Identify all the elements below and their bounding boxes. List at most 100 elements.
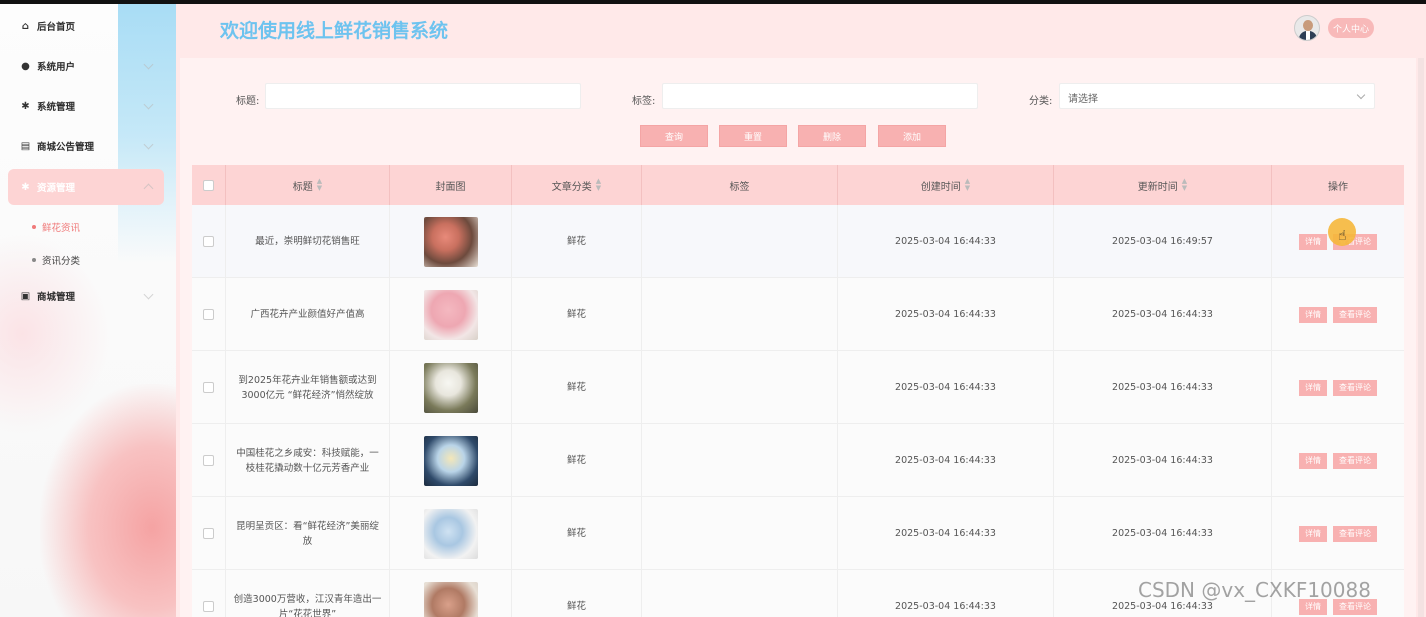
sidebar-subitem-news-category[interactable]: 资讯分类: [32, 253, 80, 267]
user-icon: ●: [21, 60, 30, 72]
table-row[interactable]: 最近，崇明鲜切花销售旺 鲜花 2025-03-04 16:44:33 2025-…: [192, 205, 1404, 278]
title-filter-input[interactable]: [265, 83, 581, 109]
detail-button[interactable]: 详情: [1299, 306, 1327, 323]
sidebar-item-label: 资源管理: [37, 183, 76, 194]
cover-image[interactable]: [423, 435, 478, 486]
select-all-checkbox[interactable]: [203, 179, 214, 191]
category-cell: 鲜花: [512, 351, 642, 424]
sort-icon[interactable]: ▲ ▼: [317, 178, 322, 192]
column-header-created[interactable]: 创建时间 ▲ ▼: [838, 165, 1054, 205]
sidebar-item-resources[interactable]: ✱ 资源管理: [8, 169, 164, 205]
table-row[interactable]: 中国桂花之乡咸安：科技赋能，一枝桂花撬动数十亿元芳香产业 鲜花 2025-03-…: [192, 424, 1404, 497]
query-button[interactable]: 查询: [640, 125, 708, 147]
avatar[interactable]: [1294, 15, 1320, 41]
delete-button[interactable]: 删除: [798, 125, 866, 147]
sort-icon[interactable]: ▲ ▼: [1182, 178, 1187, 192]
view-comments-button[interactable]: 查看评论: [1333, 379, 1377, 396]
updated-cell: 2025-03-04 16:44:33: [1054, 424, 1272, 497]
user-center-button[interactable]: 个人中心: [1328, 18, 1374, 38]
updated-cell: 2025-03-04 16:49:57: [1054, 205, 1272, 278]
tag-cell: [642, 497, 838, 570]
detail-button[interactable]: 详情: [1299, 452, 1327, 469]
row-checkbox[interactable]: [203, 236, 214, 247]
chevron-up-icon: [143, 183, 154, 194]
operation-cell: 详情 查看评论: [1272, 424, 1404, 497]
created-cell: 2025-03-04 16:44:33: [838, 424, 1054, 497]
detail-button[interactable]: 详情: [1299, 233, 1327, 250]
operation-cell: 详情 查看评论: [1272, 278, 1404, 351]
cover-image[interactable]: [423, 289, 478, 340]
chevron-down-icon: [143, 139, 154, 150]
cover-image[interactable]: [423, 508, 478, 559]
column-header-tag: 标签: [642, 165, 838, 205]
sidebar-item-system-management[interactable]: ✱ 系统管理: [8, 88, 164, 124]
sidebar-subitem-label: 鲜花资讯: [42, 223, 81, 234]
column-header-operation: 操作: [1272, 165, 1404, 205]
tag-filter-input[interactable]: [662, 83, 978, 109]
cover-image[interactable]: [423, 581, 478, 617]
view-comments-button[interactable]: 查看评论: [1333, 525, 1377, 542]
category-cell: 鲜花: [512, 570, 642, 617]
detail-button[interactable]: 详情: [1299, 379, 1327, 396]
sort-icon[interactable]: ▲ ▼: [596, 178, 601, 192]
table-row[interactable]: 广西花卉产业颜值好产值高 鲜花 2025-03-04 16:44:33 2025…: [192, 278, 1404, 351]
title-cell: 最近，崇明鲜切花销售旺: [226, 205, 390, 278]
row-checkbox[interactable]: [203, 601, 214, 612]
category-filter-label: 分类:: [1029, 96, 1053, 107]
created-cell: 2025-03-04 16:44:33: [838, 497, 1054, 570]
sidebar-item-label: 商城公告管理: [37, 142, 95, 153]
view-comments-button[interactable]: 查看评论: [1333, 452, 1377, 469]
sidebar-subitem-flower-news[interactable]: 鲜花资讯: [32, 220, 80, 234]
select-all-cell: [192, 165, 226, 205]
sidebar-item-system-users[interactable]: ● 系统用户: [8, 48, 164, 84]
tag-filter-label: 标签:: [632, 96, 656, 107]
column-header-updated[interactable]: 更新时间 ▲ ▼: [1054, 165, 1272, 205]
category-cell: 鲜花: [512, 278, 642, 351]
sidebar-item-label: 后台首页: [37, 22, 76, 33]
avatar-head: [1303, 20, 1313, 31]
sidebar-item-label: 系统管理: [37, 102, 76, 113]
cover-image[interactable]: [423, 362, 478, 413]
row-select-cell: [192, 351, 226, 424]
row-checkbox[interactable]: [203, 528, 214, 539]
news-table: 标题 ▲ ▼ 封面图 文章分类 ▲ ▼ 标签 创建时间 ▲ ▼ 更新时间 ▲ ▼ 操作 最近，崇…: [192, 165, 1404, 617]
sort-icon[interactable]: ▲ ▼: [965, 178, 970, 192]
row-checkbox[interactable]: [203, 382, 214, 393]
sidebar-decor-red: [40, 384, 176, 617]
column-header-label: 标签: [729, 181, 750, 193]
column-header-category[interactable]: 文章分类 ▲ ▼: [512, 165, 642, 205]
detail-button[interactable]: 详情: [1299, 525, 1327, 542]
category-select[interactable]: 请选择: [1059, 83, 1375, 109]
row-select-cell: [192, 424, 226, 497]
row-checkbox[interactable]: [203, 455, 214, 466]
cover-cell: [390, 497, 512, 570]
row-checkbox[interactable]: [203, 309, 214, 320]
watermark: CSDN @vx_CXKF10088: [1138, 578, 1371, 602]
sidebar-subitem-label: 资讯分类: [42, 256, 81, 267]
sidebar: ⌂ 后台首页 ● 系统用户 ✱ 系统管理 ▤ 商城公告管理 ✱ 资源管理 鲜花资…: [0, 4, 176, 617]
table-row[interactable]: 到2025年花卉业年销售额或达到3000亿元 “鲜花经济”悄然绽放 鲜花 202…: [192, 351, 1404, 424]
table-row[interactable]: 昆明呈贡区：看“鲜花经济”美丽绽放 鲜花 2025-03-04 16:44:33…: [192, 497, 1404, 570]
row-select-cell: [192, 278, 226, 351]
tag-cell: [642, 570, 838, 617]
gear-icon: ✱: [21, 181, 30, 193]
cover-cell: [390, 351, 512, 424]
column-header-label: 创建时间: [920, 181, 961, 193]
operation-cell: 详情 查看评论: [1272, 497, 1404, 570]
column-header-title[interactable]: 标题 ▲ ▼: [226, 165, 390, 205]
add-button[interactable]: 添加: [878, 125, 946, 147]
gear-icon: ✱: [21, 100, 30, 112]
title-cell: 广西花卉产业颜值好产值高: [226, 278, 390, 351]
reset-button[interactable]: 重置: [719, 125, 787, 147]
cover-cell: [390, 278, 512, 351]
sidebar-item-announcements[interactable]: ▤ 商城公告管理: [8, 128, 164, 164]
bullet-icon: [32, 225, 36, 229]
column-header-label: 文章分类: [551, 181, 592, 193]
view-comments-button[interactable]: 查看评论: [1333, 306, 1377, 323]
vertical-scrollbar[interactable]: [1418, 58, 1424, 617]
title-cell: 昆明呈贡区：看“鲜花经济”美丽绽放: [226, 497, 390, 570]
sidebar-item-home[interactable]: ⌂ 后台首页: [8, 8, 164, 44]
cover-image[interactable]: [423, 216, 478, 267]
title-cell: 中国桂花之乡咸安：科技赋能，一枝桂花撬动数十亿元芳香产业: [226, 424, 390, 497]
sidebar-item-store-management[interactable]: ▣ 商城管理: [8, 278, 164, 314]
